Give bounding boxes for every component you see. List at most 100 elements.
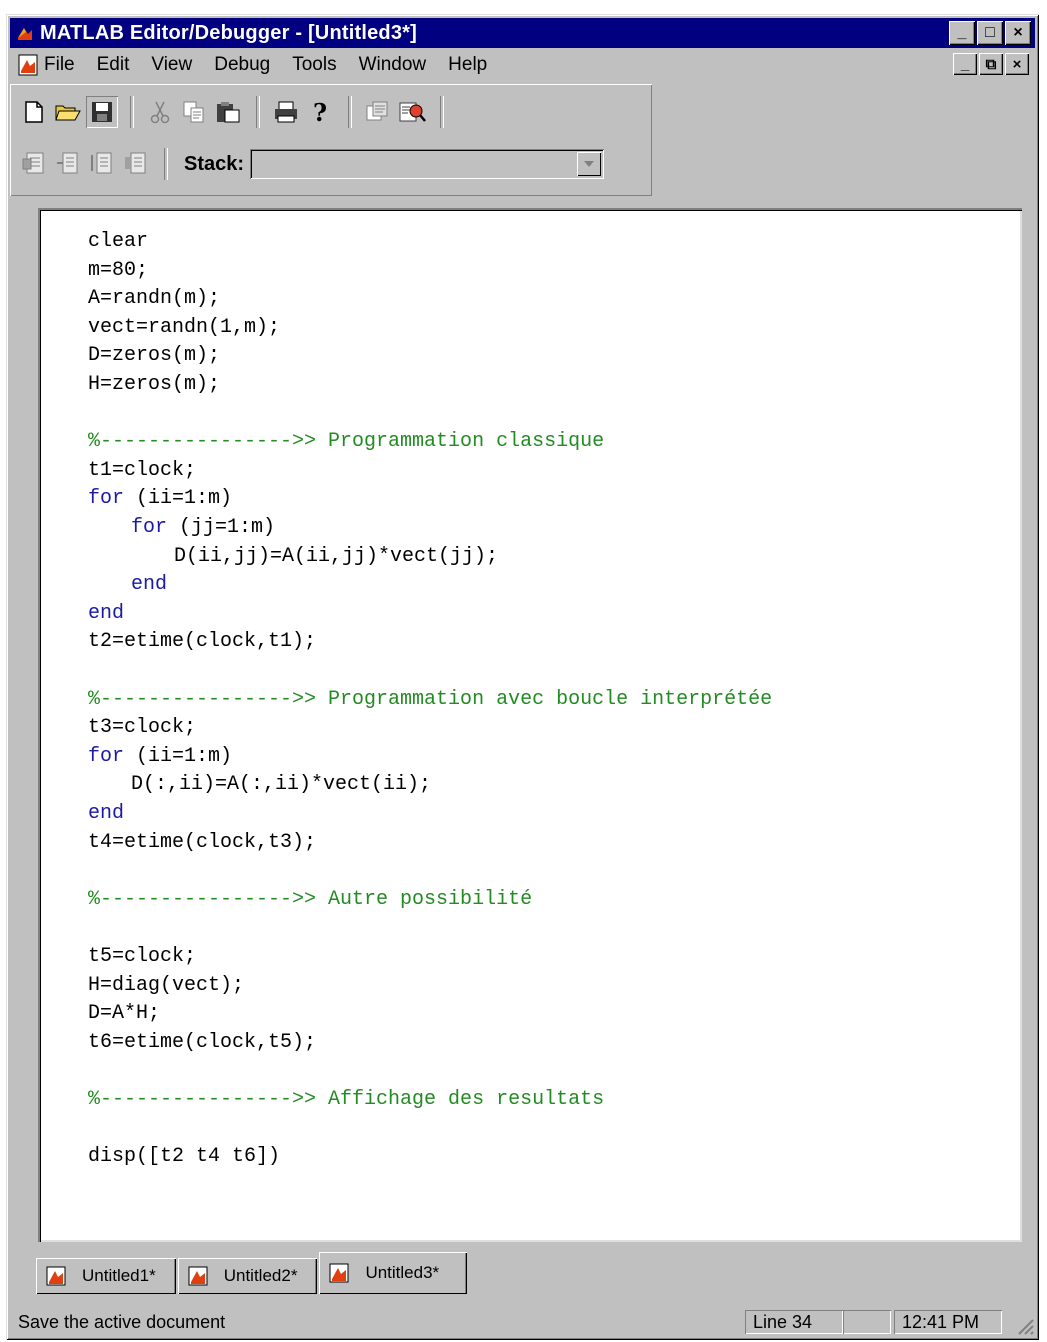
menu-help[interactable]: Help bbox=[448, 54, 487, 76]
line-number: Line 34 bbox=[753, 1311, 813, 1332]
code-keyword: for bbox=[88, 744, 125, 768]
save-button[interactable] bbox=[86, 96, 118, 128]
matlab-editor-window: MATLAB Editor/Debugger - [Untitled3*] _ … bbox=[6, 14, 1039, 1340]
step-out-button[interactable] bbox=[120, 148, 152, 180]
menu-bar: File Edit View Debug Tools Window Help _… bbox=[10, 50, 1035, 80]
menu-file[interactable]: File bbox=[44, 54, 75, 76]
code-line: t2=etime(clock,t1); bbox=[88, 630, 317, 654]
status-clock: 12:41 PM bbox=[894, 1310, 1002, 1334]
tab-label: Untitled1* bbox=[82, 1266, 156, 1285]
toolbar-area: ? Stack: bbox=[10, 84, 652, 196]
maximize-icon: □ bbox=[985, 24, 995, 41]
step-in-button[interactable] bbox=[86, 148, 118, 180]
code-keyword: for bbox=[131, 516, 168, 539]
code-line: t6=etime(clock,t5); bbox=[88, 1030, 317, 1054]
clock-time: 12:41 PM bbox=[902, 1311, 980, 1332]
code-keyword: end bbox=[88, 802, 125, 825]
toolbar-separator bbox=[348, 96, 352, 128]
new-file-button[interactable] bbox=[18, 96, 50, 128]
open-button[interactable] bbox=[52, 96, 84, 128]
code-comment: %---------------->> Programmation classi… bbox=[88, 430, 605, 454]
doc-minimize-button[interactable]: _ bbox=[953, 53, 977, 75]
code-keyword: for bbox=[88, 487, 125, 511]
code-editor[interactable]: clear m=80; A=randn(m); vect=randn(1,m); D=z… bbox=[38, 208, 1022, 1242]
code-line: t1=clock; bbox=[88, 458, 197, 482]
code-line: D=A*H; bbox=[88, 1002, 161, 1026]
help-button[interactable]: ? bbox=[304, 96, 336, 128]
code-line: %---------------->> Affichage des result… bbox=[88, 1086, 604, 1114]
minimize-button[interactable]: _ bbox=[949, 21, 975, 45]
code-line: m=80; bbox=[88, 258, 149, 282]
stack-label: Stack: bbox=[184, 152, 245, 175]
menu-tools[interactable]: Tools bbox=[292, 54, 336, 76]
clear-breakpoint-button[interactable] bbox=[52, 148, 84, 180]
document-tabs: Untitled1* Untitled2* Untitled3* bbox=[36, 1250, 469, 1294]
close-button[interactable]: × bbox=[1005, 21, 1031, 45]
doc-close-button[interactable]: × bbox=[1005, 53, 1029, 75]
status-message: Save the active document bbox=[18, 1312, 226, 1332]
menu-debug[interactable]: Debug bbox=[214, 54, 270, 76]
tab-untitled1[interactable]: Untitled1* bbox=[36, 1258, 176, 1294]
code-line: for (ii=1:m) bbox=[88, 743, 232, 771]
copy-button[interactable] bbox=[178, 96, 210, 128]
find-button[interactable] bbox=[362, 96, 394, 128]
code-line: for (ii=1:m) bbox=[88, 485, 232, 513]
set-breakpoint-button[interactable] bbox=[18, 148, 50, 180]
code-keyword: end bbox=[131, 573, 168, 597]
cut-button[interactable] bbox=[144, 96, 176, 128]
code-line: D(:,ii)=A(:,ii)*vect(ii); bbox=[131, 773, 432, 797]
code-line: t4=etime(clock,t3); bbox=[88, 830, 317, 854]
status-bar: Save the active document Line 34 12:41 P… bbox=[10, 1310, 1035, 1336]
code-text: (ii=1:m) bbox=[124, 744, 233, 768]
menu-edit[interactable]: Edit bbox=[97, 54, 130, 76]
copy-icon bbox=[183, 101, 204, 123]
tab-label: Untitled2* bbox=[223, 1266, 298, 1285]
resize-grip-icon[interactable] bbox=[1015, 1316, 1035, 1336]
chevron-down-icon bbox=[584, 161, 595, 167]
code-line: disp([t2 t4 t6]) bbox=[88, 1145, 281, 1169]
code-line: H=zeros(m); bbox=[88, 373, 221, 396]
code-line: D=zeros(m); bbox=[88, 344, 221, 368]
matlab-file-icon bbox=[188, 1266, 208, 1286]
code-line: clear bbox=[88, 230, 149, 253]
toolbar-separator bbox=[440, 96, 444, 128]
status-empty-panel bbox=[843, 1310, 891, 1334]
restore-icon: ⧉ bbox=[985, 55, 997, 73]
matlab-file-icon bbox=[329, 1263, 349, 1283]
menu-view[interactable]: View bbox=[151, 54, 192, 76]
code-line: D(ii,jj)=A(ii,jj)*vect(jj); bbox=[174, 544, 499, 568]
maximize-button[interactable]: □ bbox=[977, 21, 1003, 45]
code-line: vect=randn(1,m); bbox=[88, 315, 281, 339]
code-line: %---------------->> Autre possibilité bbox=[88, 886, 532, 914]
tab-untitled3[interactable]: Untitled3* bbox=[319, 1252, 468, 1294]
code-text: (jj=1:m) bbox=[167, 516, 276, 539]
code-text: (ii=1:m) bbox=[124, 487, 233, 511]
tab-label: Untitled3* bbox=[365, 1263, 440, 1282]
save-icon bbox=[92, 102, 112, 122]
svg-text:?: ? bbox=[313, 99, 327, 125]
stack-dropdown[interactable] bbox=[250, 149, 605, 179]
menu-window[interactable]: Window bbox=[359, 54, 427, 76]
tab-untitled2[interactable]: Untitled2* bbox=[177, 1258, 318, 1294]
code-line: t5=clock; bbox=[88, 945, 197, 968]
minimize-icon: _ bbox=[957, 24, 967, 41]
doc-restore-button[interactable]: ⧉ bbox=[979, 53, 1003, 75]
page-top-strip bbox=[0, 0, 1047, 14]
print-button[interactable] bbox=[270, 96, 302, 128]
new-file-icon bbox=[25, 101, 43, 123]
paste-icon bbox=[217, 102, 240, 123]
find-replace-button[interactable] bbox=[396, 96, 428, 128]
code-comment: %---------------->> Programmation avec b… bbox=[88, 687, 773, 711]
paste-button[interactable] bbox=[212, 96, 244, 128]
code-line: end bbox=[88, 600, 124, 628]
code-comment: %---------------->> Autre possibilité bbox=[88, 887, 533, 911]
title-bar[interactable]: MATLAB Editor/Debugger - [Untitled3*] _ … bbox=[10, 18, 1035, 48]
code-line: H=diag(vect); bbox=[88, 973, 245, 997]
open-folder-icon bbox=[55, 105, 81, 121]
code-keyword: end bbox=[88, 601, 125, 625]
set-breakpoint-icon bbox=[22, 152, 44, 174]
toolbar-separator bbox=[164, 148, 168, 180]
document-icon[interactable] bbox=[18, 54, 38, 76]
close-icon: × bbox=[1012, 55, 1022, 73]
stack-dropdown-button[interactable] bbox=[577, 152, 602, 176]
